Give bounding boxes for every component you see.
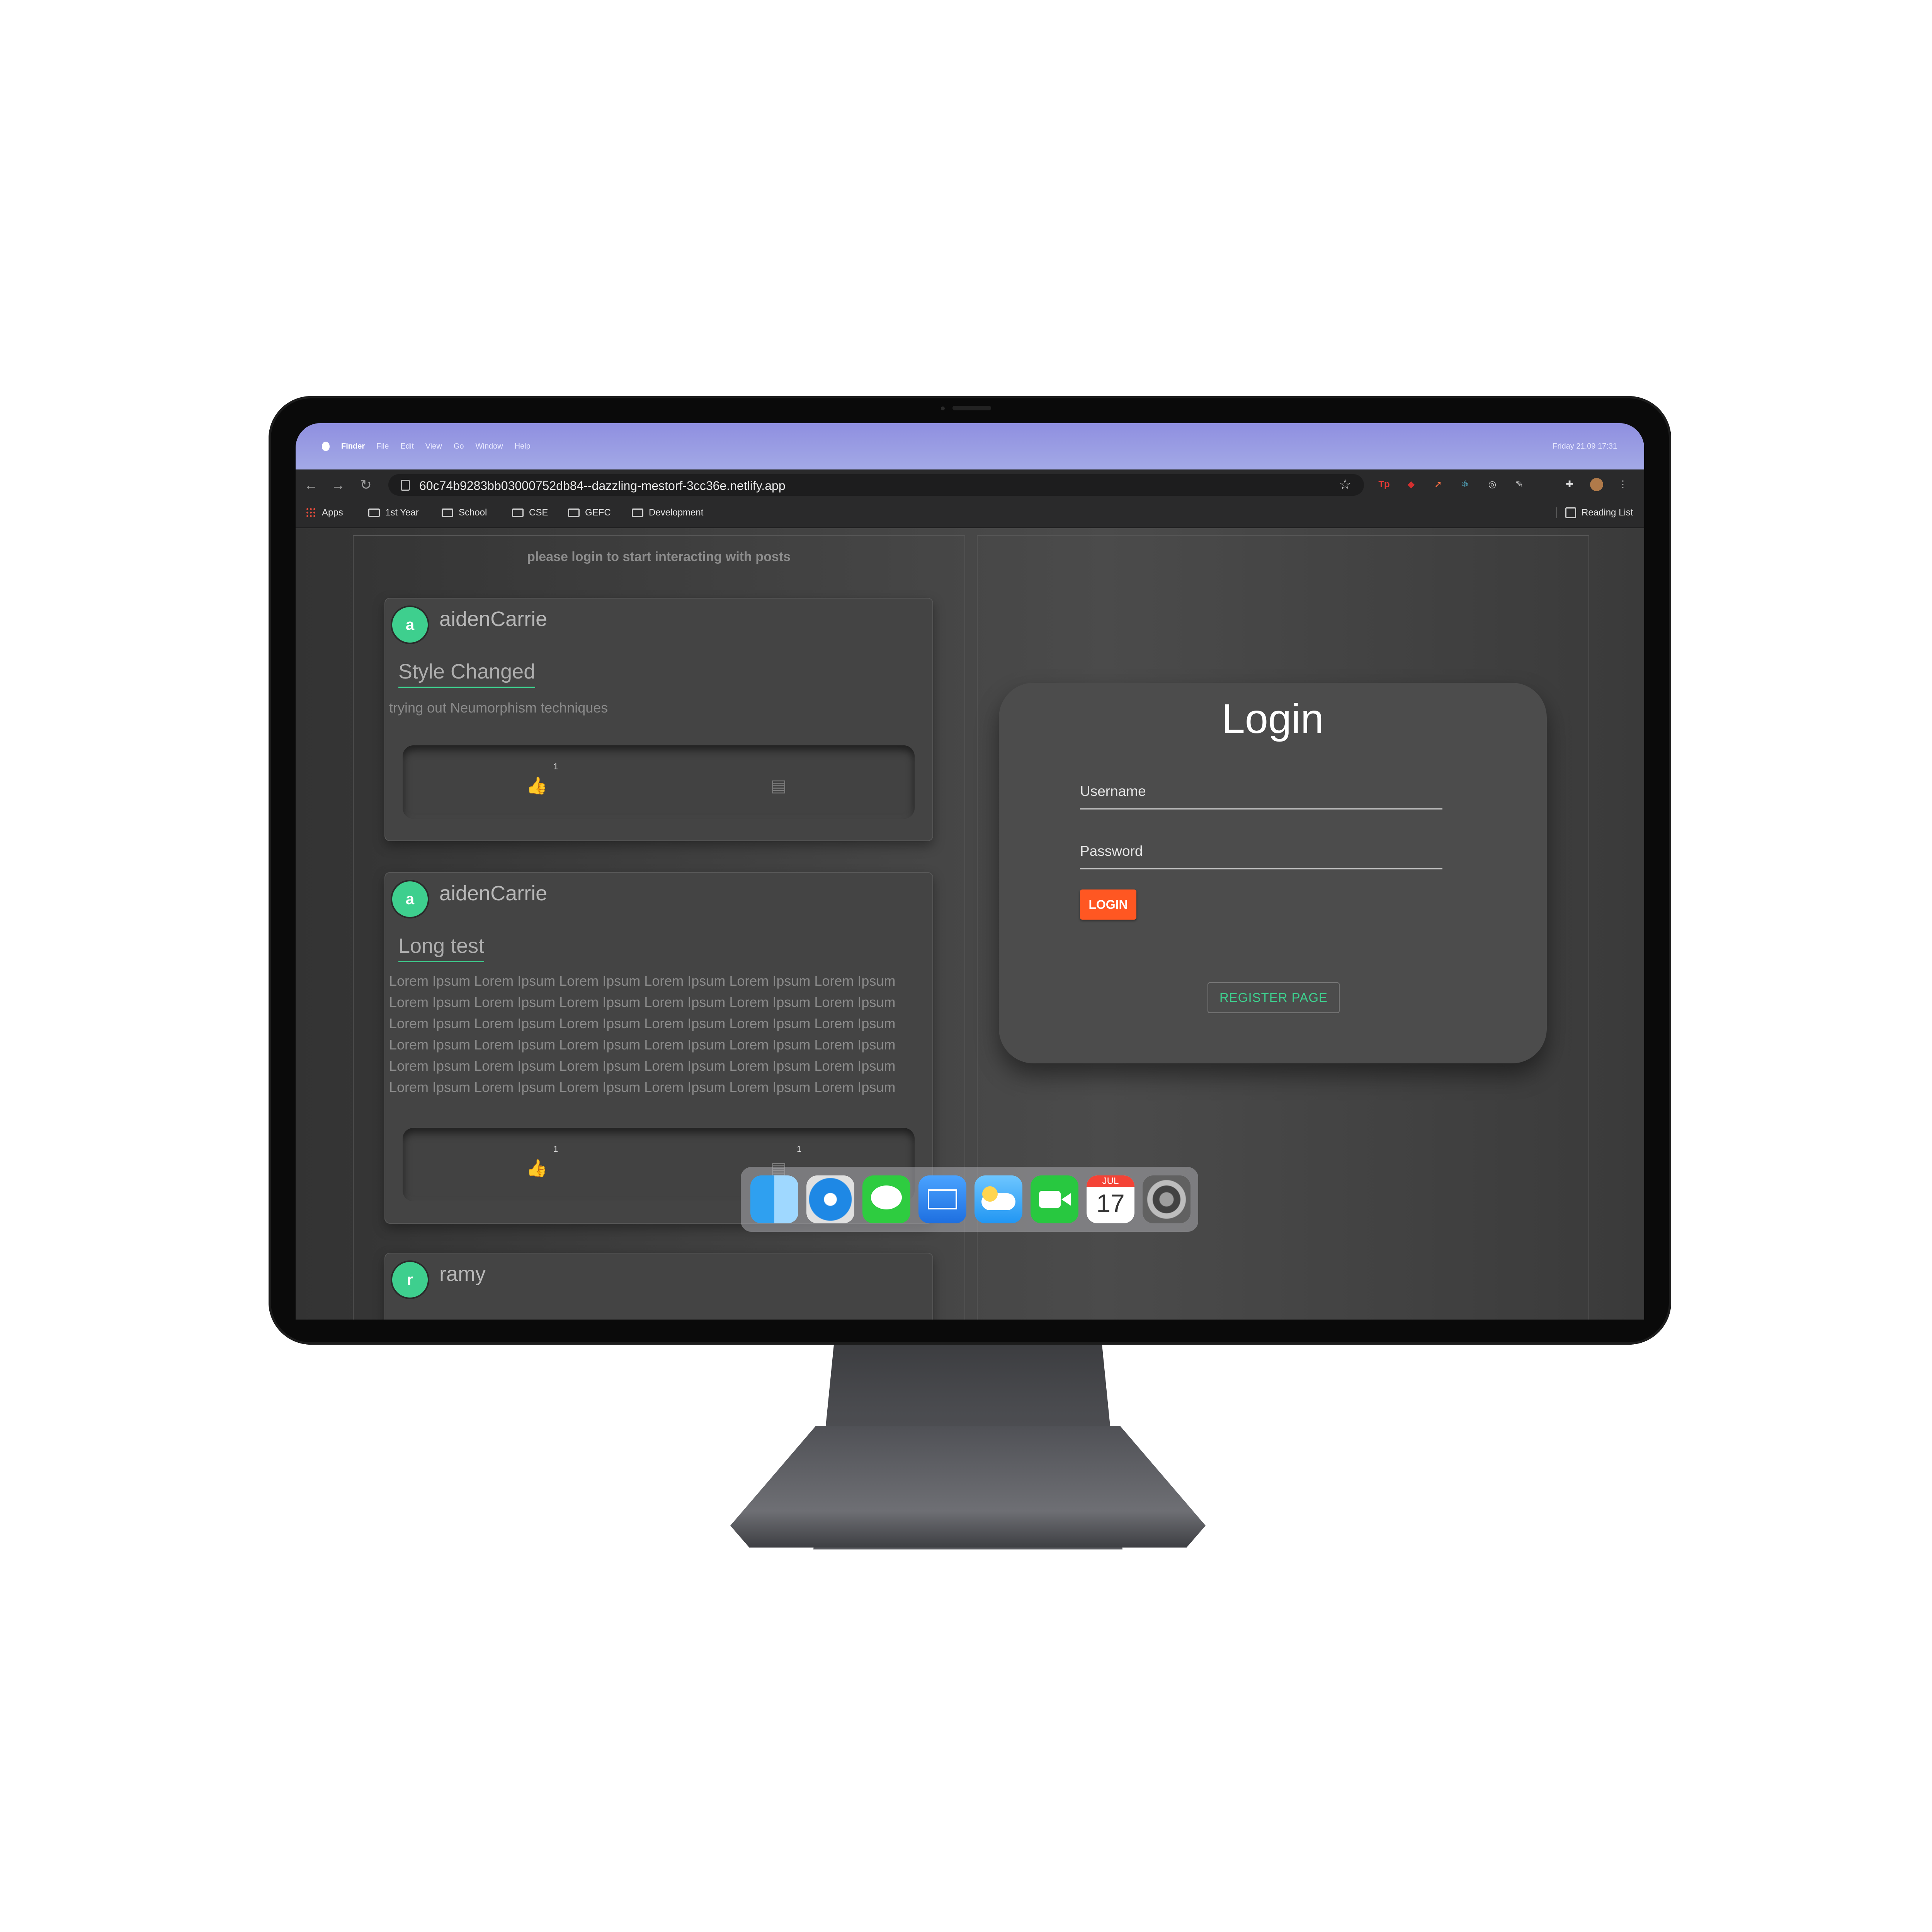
comment-count: 1 [797, 1144, 802, 1154]
safari-icon[interactable] [806, 1175, 854, 1223]
rocket-extension-icon[interactable]: ➚ [1432, 478, 1445, 491]
apps-grid-icon [306, 507, 316, 518]
like-count: 1 [553, 762, 558, 771]
menu-file[interactable]: File [376, 442, 389, 451]
bookmark-cse[interactable]: CSE [512, 507, 548, 518]
folder-icon [568, 509, 580, 517]
folder-icon [632, 509, 643, 517]
password-field[interactable] [1080, 868, 1442, 869]
post-actions: 👍 1 ▤ [403, 745, 915, 819]
login-title: Login [1221, 695, 1324, 742]
menubar-clock[interactable]: Friday 21.09 17:31 [1553, 423, 1617, 469]
dock: JUL 17 [741, 1167, 1198, 1232]
post-title: Long test [398, 934, 485, 962]
camera-bar [952, 406, 991, 410]
react-extension-icon[interactable]: ⚛ [1459, 478, 1472, 491]
reading-list[interactable]: Reading List [1556, 507, 1633, 518]
pen-extension-icon[interactable]: ✎ [1513, 478, 1526, 491]
calendar-month: JUL [1087, 1175, 1134, 1187]
like-icon[interactable]: 👍 [526, 1160, 548, 1177]
username-label: Username [1080, 783, 1146, 799]
post-card: r ramy [384, 1253, 933, 1320]
icloud-icon[interactable] [975, 1175, 1022, 1223]
post-card: a aidenCarrie Style Changed trying out N… [384, 598, 933, 841]
lock-icon [401, 480, 410, 491]
camera-dot [941, 406, 945, 410]
bookmark-apps[interactable]: Apps [306, 507, 343, 518]
puzzle-icon[interactable]: ✚ [1563, 478, 1576, 491]
calendar-icon[interactable]: JUL 17 [1087, 1175, 1134, 1223]
avatar[interactable]: r [392, 1262, 428, 1298]
profile-avatar[interactable] [1590, 478, 1603, 491]
forward-arrow-icon[interactable]: → [330, 476, 347, 493]
system-preferences-icon[interactable] [1143, 1175, 1190, 1223]
calendar-day: 17 [1096, 1189, 1125, 1218]
facetime-icon[interactable] [1031, 1175, 1078, 1223]
username-field[interactable] [1080, 808, 1442, 810]
login-card: Login Username Password LOGIN REGISTER P… [999, 683, 1547, 1063]
tp-extension-icon[interactable]: Tp [1378, 478, 1391, 491]
post-username[interactable]: aidenCarrie [439, 607, 547, 631]
login-button[interactable]: LOGIN [1080, 889, 1136, 920]
comment-icon[interactable]: ▤ [770, 777, 787, 794]
bookmark-development[interactable]: Development [632, 507, 703, 518]
menu-finder[interactable]: Finder [341, 442, 365, 451]
avatar[interactable]: a [392, 881, 428, 917]
avatar[interactable]: a [392, 607, 428, 643]
post-username[interactable]: ramy [439, 1262, 486, 1286]
bookmark-star-icon[interactable]: ☆ [1339, 476, 1351, 493]
post-username[interactable]: aidenCarrie [439, 881, 547, 905]
finder-icon[interactable] [750, 1175, 798, 1223]
red-extension-icon[interactable]: ◆ [1405, 478, 1418, 491]
url-text[interactable]: 60c74b9283bb03000752db84--dazzling-mesto… [419, 479, 786, 493]
screen: Finder File Edit View Go Window Help Fri… [296, 423, 1644, 1320]
post-body: trying out Neumorphism techniques [389, 700, 608, 716]
browser-toolbar: ← → ↻ 60c74b9283bb03000752db84--dazzling… [296, 469, 1644, 500]
bookmark-1st-year[interactable]: 1st Year [368, 507, 419, 518]
reload-icon[interactable]: ↻ [357, 476, 374, 493]
like-count: 1 [553, 1144, 558, 1154]
bookmark-school[interactable]: School [442, 507, 487, 518]
messages-icon[interactable] [862, 1175, 910, 1223]
bookmarks-bar: Apps 1st Year School CSE GEFC Developmen… [296, 500, 1644, 528]
post-body: Lorem Ipsum Lorem Ipsum Lorem Ipsum Lore… [389, 973, 896, 1095]
back-arrow-icon[interactable]: ← [303, 476, 320, 493]
menu-view[interactable]: View [425, 442, 442, 451]
address-bar[interactable]: 60c74b9283bb03000752db84--dazzling-mesto… [388, 474, 1364, 496]
more-menu-icon[interactable]: ⋮ [1616, 478, 1629, 491]
menu-bar: Finder File Edit View Go Window Help Fri… [296, 423, 1644, 469]
login-notice: please login to start interacting with p… [527, 549, 791, 564]
menu-edit[interactable]: Edit [400, 442, 413, 451]
folder-icon [512, 509, 524, 517]
folder-icon [442, 509, 453, 517]
mail-icon[interactable] [918, 1175, 966, 1223]
folder-icon [368, 509, 380, 517]
like-icon[interactable]: 👍 [526, 777, 548, 794]
menu-help[interactable]: Help [515, 442, 531, 451]
post-title: Style Changed [398, 660, 536, 688]
monitor-stand-base [730, 1426, 1206, 1548]
reading-list-icon [1565, 507, 1576, 518]
target-extension-icon[interactable]: ◎ [1486, 478, 1499, 491]
password-label: Password [1080, 843, 1143, 859]
apple-icon[interactable] [322, 442, 330, 451]
register-page-button[interactable]: REGISTER PAGE [1208, 982, 1340, 1013]
bookmark-gefc[interactable]: GEFC [568, 507, 611, 518]
menu-go[interactable]: Go [454, 442, 464, 451]
menu-window[interactable]: Window [476, 442, 503, 451]
